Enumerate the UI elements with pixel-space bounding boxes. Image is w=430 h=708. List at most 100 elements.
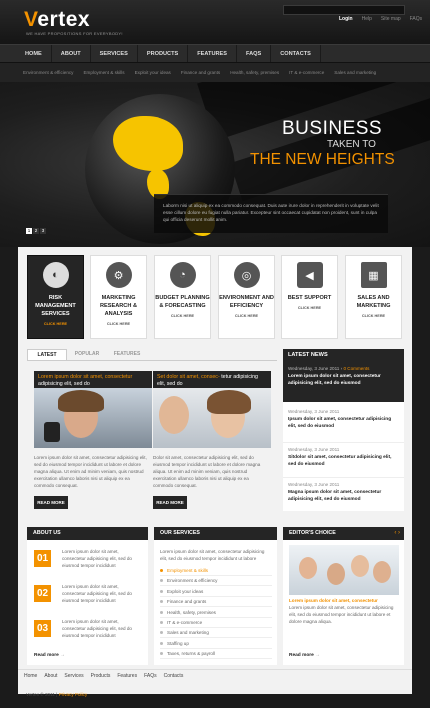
continent-shape	[113, 116, 183, 171]
tab-latest[interactable]: LATEST	[27, 349, 67, 360]
subnav-item[interactable]: Exploit your ideas	[130, 63, 176, 82]
service-box-risk[interactable]: ◐ RISK MANAGEMENT SERVICES CLICK HERE	[27, 255, 84, 339]
megaphone-icon: ◀	[296, 262, 323, 288]
faqs-link[interactable]: FAQs	[407, 16, 426, 22]
card-heading[interactable]: Lorem ipsum dolor sit amet, consectetur …	[34, 371, 152, 388]
service-click-here[interactable]: CLICK HERE	[219, 314, 274, 318]
editors-read-more-link[interactable]: Read more →	[289, 653, 320, 658]
service-click-here[interactable]: CLICK HERE	[91, 322, 146, 326]
news-item[interactable]: Wednesday, 3 June 2011 Sitdolor sit amet…	[283, 442, 404, 476]
service-box-environment[interactable]: ◎ ENVIRONMENT AND EFFICIENCY CLICK HERE	[218, 255, 275, 339]
person-face	[351, 555, 369, 577]
service-click-here[interactable]: CLICK HERE	[155, 314, 210, 318]
bullet-icon	[160, 569, 163, 573]
editors-heading[interactable]: Lorem ipsum dolor sit amet, consectetur	[289, 597, 399, 604]
card-photo	[34, 388, 152, 448]
article-card: Lorem ipsum dolor sit amet, consectetur …	[34, 371, 152, 448]
sitemap-link[interactable]: Site map	[378, 16, 404, 22]
nav-contacts[interactable]: CONTACTS	[271, 45, 321, 62]
privacy-policy-link[interactable]: Privacy Policy	[59, 692, 88, 697]
news-text[interactable]: Sitdolor sit amet, consectetur adipisici…	[288, 454, 399, 468]
read-more-button[interactable]: READ MORE	[34, 496, 68, 509]
tab-features[interactable]: FEATURES	[107, 349, 147, 360]
subnav-item[interactable]: Employment & skills	[78, 63, 129, 82]
bullet-icon	[160, 600, 163, 604]
subnav-item[interactable]: Finance and grants	[176, 63, 225, 82]
subnav-item[interactable]: Health, safety, premises	[225, 63, 284, 82]
number-badge: 03	[34, 620, 51, 637]
service-box-marketing[interactable]: ⚙ MARKETING RESEARCH & ANALYSIS CLICK HE…	[90, 255, 147, 339]
pager-dot[interactable]: 2	[33, 228, 39, 234]
bullet-icon	[160, 642, 163, 646]
earth-icon: ◎	[233, 262, 260, 288]
service-list-item[interactable]: IT & e-commerce	[160, 618, 272, 628]
service-list-item[interactable]: Environment & efficiency	[160, 576, 272, 586]
latest-news-title: LATEST NEWS	[283, 349, 404, 362]
bullet-icon	[160, 590, 163, 594]
service-list-item[interactable]: Employment & skills	[160, 566, 272, 576]
editors-photo	[289, 545, 399, 595]
latest-news: LATEST NEWS Wednesday, 3 June 2011 › 0 C…	[283, 349, 404, 511]
footer-link-about[interactable]: About	[44, 673, 57, 679]
service-box-sales[interactable]: ▦ SALES AND MARKETING CLICK HERE	[345, 255, 402, 339]
news-text[interactable]: Lorem ipsum dolor sit amet, consectetur …	[288, 373, 399, 387]
footer-link-contacts[interactable]: Contacts	[164, 673, 184, 679]
service-click-here[interactable]: CLICK HERE	[346, 314, 401, 318]
about-us-title: ABOUT US	[27, 527, 148, 540]
nav-home[interactable]: HOME	[16, 45, 52, 62]
service-click-here[interactable]: CLICK HERE	[28, 322, 83, 326]
hero-subtitle: TAKEN TO	[327, 139, 376, 150]
nav-services[interactable]: SERVICES	[91, 45, 138, 62]
subnav-item[interactable]: IT & e-commerce	[284, 63, 329, 82]
number-badge: 01	[34, 550, 51, 567]
person-face	[299, 557, 317, 579]
card-heading[interactable]: Set dolor sit amet, consec- tetur adipis…	[153, 371, 271, 388]
nav-features[interactable]: FEATURES	[188, 45, 237, 62]
about-read-more-link[interactable]: Read more →	[34, 653, 65, 658]
service-click-here[interactable]: CLICK HERE	[282, 306, 337, 310]
bullet-icon	[160, 621, 163, 625]
service-box-support[interactable]: ◀ BEST SUPPORT CLICK HERE	[281, 255, 338, 339]
footer-link-faqs[interactable]: FAQs	[144, 673, 157, 679]
subnav-item[interactable]: Environment & efficiency	[18, 63, 78, 82]
logo[interactable]: Vertex	[24, 8, 90, 32]
search-input[interactable]	[283, 5, 405, 15]
nav-about[interactable]: ABOUT	[52, 45, 91, 62]
news-date: Wednesday, 3 June 2011	[288, 409, 340, 414]
content-tabs: LATEST POPULAR FEATURES	[27, 349, 277, 361]
nav-products[interactable]: PRODUCTS	[138, 45, 189, 62]
service-box-budget[interactable]: ◔ BUDGET PLANNING & FORECASTING CLICK HE…	[154, 255, 211, 339]
news-item[interactable]: Wednesday, 3 June 2011 Magna ipsum dolor…	[283, 477, 404, 511]
footer-link-services[interactable]: Services	[64, 673, 83, 679]
news-text[interactable]: Ipsum dolor sit amet, consectetur adipis…	[288, 416, 399, 430]
help-link[interactable]: Help	[359, 16, 375, 22]
news-text[interactable]: Magna ipsum dolor sit amet, consectetur …	[288, 489, 399, 503]
service-list-item[interactable]: Staffing up	[160, 639, 272, 649]
login-link[interactable]: Login	[336, 16, 356, 22]
person-face	[159, 396, 189, 434]
footer-link-features[interactable]: Features	[117, 673, 137, 679]
nav-faqs[interactable]: FAQS	[237, 45, 272, 62]
pager-dot[interactable]: 3	[40, 228, 46, 234]
news-item[interactable]: Wednesday, 3 June 2011 Ipsum dolor sit a…	[283, 405, 404, 439]
service-list-item[interactable]: Sales and marketing	[160, 628, 272, 638]
sub-nav: Environment & efficiency Employment & sk…	[0, 63, 430, 82]
service-title: SALES AND MARKETING	[356, 295, 391, 309]
person-face	[373, 561, 391, 583]
service-list-item[interactable]: Finance and grants	[160, 597, 272, 607]
subnav-item[interactable]: Sales and marketing	[329, 63, 381, 82]
read-more-button[interactable]: READ MORE	[153, 496, 187, 509]
service-list-item[interactable]: Exploit your ideas	[160, 587, 272, 597]
services-intro: Lorem ipsum dolor sit amet, consectetur …	[160, 549, 265, 561]
news-comments[interactable]: 0 Comments	[343, 366, 369, 371]
service-list-item[interactable]: Taxes, returns & payroll	[160, 649, 272, 659]
editors-choice-section: EDITOR'S CHOICE ‹ ›	[283, 527, 404, 665]
footer-link-products[interactable]: Products	[91, 673, 111, 679]
tab-popular[interactable]: POPULAR	[67, 349, 107, 360]
service-list-item[interactable]: Health, safety, premises	[160, 608, 272, 618]
carousel-arrows[interactable]: ‹ ›	[394, 530, 400, 536]
boxes-icon: ▦	[360, 262, 387, 288]
news-item[interactable]: Wednesday, 3 June 2011 › 0 Comments Lore…	[283, 362, 404, 402]
footer-link-home[interactable]: Home	[24, 673, 37, 679]
pager-dot[interactable]: 1	[26, 228, 32, 234]
